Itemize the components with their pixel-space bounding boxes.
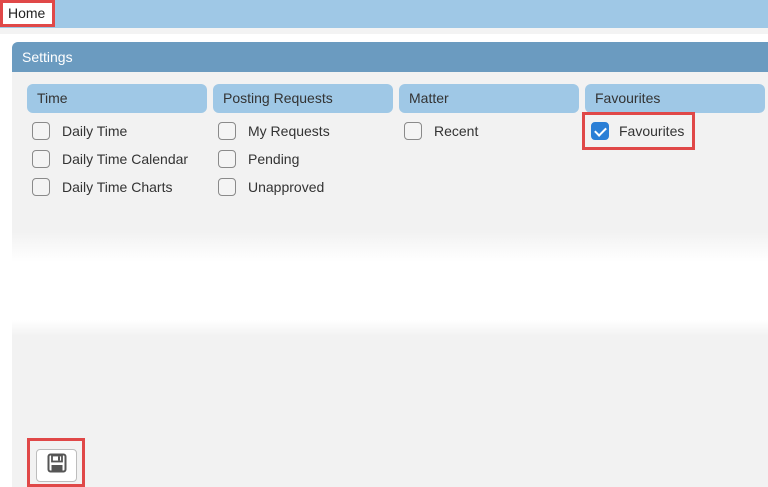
home-tab[interactable]: Home xyxy=(0,0,55,27)
top-bar-divider xyxy=(0,28,768,34)
column-header-favourites: Favourites xyxy=(585,84,765,113)
checkbox-pending[interactable]: Pending xyxy=(218,148,299,170)
settings-panel-title: Settings xyxy=(12,42,768,72)
checkbox-box[interactable] xyxy=(404,122,422,140)
column-header-matter: Matter xyxy=(399,84,579,113)
column-header-posting-requests: Posting Requests xyxy=(213,84,393,113)
checkbox-my-requests[interactable]: My Requests xyxy=(218,120,330,142)
panel-fade xyxy=(12,232,768,262)
checkbox-box[interactable] xyxy=(218,122,236,140)
checkbox-label: Pending xyxy=(248,151,300,167)
checkbox-box[interactable] xyxy=(32,122,50,140)
column-header-time: Time xyxy=(27,84,207,113)
checkbox-label: Recent xyxy=(434,123,479,139)
checkbox-daily-time[interactable]: Daily Time xyxy=(32,120,127,142)
checkbox-unapproved[interactable]: Unapproved xyxy=(218,176,324,198)
checkbox-label: Daily Time xyxy=(62,123,128,139)
checkbox-favourites[interactable]: Favourites xyxy=(591,120,684,142)
checkbox-box[interactable] xyxy=(32,178,50,196)
checkbox-box-checked[interactable] xyxy=(591,122,609,140)
top-bar xyxy=(0,0,768,28)
checkbox-label: Daily Time Calendar xyxy=(62,151,189,167)
checkbox-daily-time-charts[interactable]: Daily Time Charts xyxy=(32,176,172,198)
checkbox-box[interactable] xyxy=(218,150,236,168)
settings-panel-lower xyxy=(12,320,768,487)
checkbox-recent[interactable]: Recent xyxy=(404,120,478,142)
checkbox-box[interactable] xyxy=(218,178,236,196)
checkbox-box[interactable] xyxy=(32,150,50,168)
floppy-disk-icon xyxy=(47,453,67,478)
panel-fade-top xyxy=(12,320,768,336)
save-button-highlight xyxy=(27,438,85,487)
checkbox-label: Favourites xyxy=(619,123,685,139)
save-button[interactable] xyxy=(36,449,77,482)
checkbox-daily-time-calendar[interactable]: Daily Time Calendar xyxy=(32,148,188,170)
checkbox-label: Daily Time Charts xyxy=(62,179,173,195)
checkbox-label: Unapproved xyxy=(248,179,325,195)
checkbox-label: My Requests xyxy=(248,123,330,139)
